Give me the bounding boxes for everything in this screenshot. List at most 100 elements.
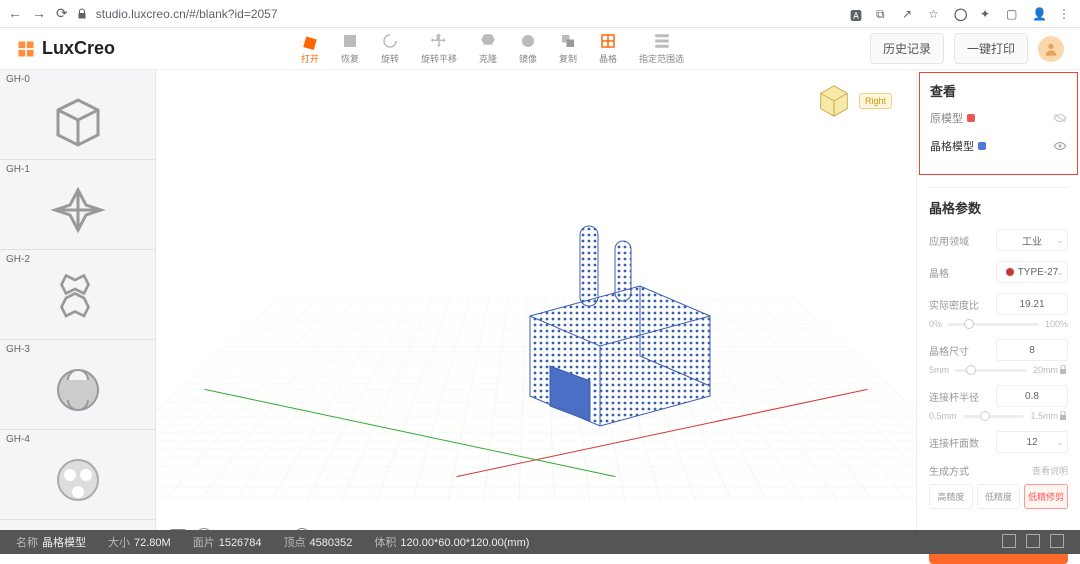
faces-select[interactable]: 12 ⌄: [996, 431, 1068, 453]
star-icon[interactable]: ☆: [928, 7, 942, 21]
view-cube[interactable]: Right: [815, 82, 892, 120]
tool-select-range[interactable]: 指定范围选: [639, 32, 684, 65]
thumb-preview: [6, 445, 149, 515]
status-label: 体积: [374, 537, 396, 549]
copy-icon: [559, 32, 577, 50]
puzzle-icon[interactable]: ✦: [980, 7, 994, 21]
status-label: 名称: [16, 537, 38, 549]
toolbar: 打开 恢复 旋转 旋转平移 克隆 镜像 复制 晶格 指定范围选: [115, 32, 870, 65]
lattice-select[interactable]: TYPE-27⌄: [996, 261, 1068, 283]
tool-label: 打开: [301, 52, 319, 65]
gen-opt-trim[interactable]: 低精修剪: [1024, 484, 1068, 509]
tool-label: 旋转: [381, 52, 399, 65]
size-input[interactable]: 8: [996, 339, 1068, 361]
view-row-lattice[interactable]: 晶格模型: [930, 138, 1067, 154]
params-section: 晶格参数 应用领域 工业⌄ 晶格 TYPE-27⌄ 实际密度比 19.21 0%…: [917, 177, 1080, 531]
window-icon[interactable]: ▢: [1006, 7, 1020, 21]
user-avatar[interactable]: [1038, 36, 1064, 62]
reload-icon[interactable]: ⟳: [56, 5, 68, 22]
avatar-icon: [1043, 41, 1059, 57]
app-header: LuxCreo 打开 恢复 旋转 旋转平移 克隆 镜像 复制 晶格 指定范围选 …: [0, 28, 1080, 70]
select-value: TYPE-27: [1018, 267, 1059, 278]
tool-mirror[interactable]: 镜像: [519, 32, 537, 65]
sidebar-item-gh2[interactable]: GH-2: [0, 250, 155, 340]
gen-opt-low[interactable]: 低精度: [977, 484, 1021, 509]
lock-icon: [76, 8, 88, 20]
restore-icon: [341, 32, 359, 50]
tool-label: 镜像: [519, 52, 537, 65]
url-display[interactable]: studio.luxcreo.cn/#/blank?id=2057: [96, 7, 842, 21]
tool-label: 复制: [559, 52, 577, 65]
tool-copy[interactable]: 复制: [559, 32, 577, 65]
layout-split-icon[interactable]: [1026, 534, 1040, 551]
density-slider[interactable]: 0% 100%: [929, 319, 1068, 329]
status-label: 面片: [193, 537, 215, 549]
select-icon: [653, 32, 671, 50]
tool-pan[interactable]: 旋转平移: [421, 32, 457, 65]
logo[interactable]: LuxCreo: [16, 38, 115, 59]
circle-icon[interactable]: ◯: [954, 7, 968, 21]
lock-icon[interactable]: [1058, 411, 1068, 421]
tool-open[interactable]: 打开: [301, 32, 319, 65]
domain-select[interactable]: 工业⌄: [996, 229, 1068, 251]
radius-slider[interactable]: 0.5mm 1.5mm: [929, 411, 1068, 421]
sidebar-item-gh0[interactable]: GH-0: [0, 70, 155, 160]
avatar-icon[interactable]: 👤: [1032, 7, 1046, 21]
back-icon[interactable]: ←: [8, 5, 22, 22]
tool-label: 克隆: [479, 52, 497, 65]
density-input[interactable]: 19.21: [996, 293, 1068, 315]
tool-rotate[interactable]: 旋转: [381, 32, 399, 65]
input-value: 0.8: [1025, 391, 1039, 402]
gen-opt-high[interactable]: 高精度: [929, 484, 973, 509]
print-button[interactable]: 一键打印: [954, 33, 1028, 64]
status-label: 大小: [108, 537, 130, 549]
tool-label: 晶格: [599, 52, 617, 65]
tool-label: 恢复: [341, 52, 359, 65]
tool-restore[interactable]: 恢复: [341, 32, 359, 65]
history-button[interactable]: 历史记录: [870, 33, 944, 64]
range-max: 100%: [1045, 319, 1068, 329]
gen-mode-label: 生成方式 查看说明: [929, 463, 1068, 478]
tool-label: 旋转平移: [421, 52, 457, 65]
gen-hint-link[interactable]: 查看说明: [1032, 464, 1068, 477]
layout-full-icon[interactable]: [1050, 534, 1064, 551]
dot-icon: [1006, 268, 1014, 276]
range-min: 5mm: [929, 365, 949, 375]
thumb-label: GH-4: [6, 434, 149, 445]
chevron-down-icon: ⌄: [1056, 438, 1063, 447]
chevron-down-icon: ⌄: [1056, 236, 1063, 245]
translate-icon[interactable]: 🅰: [850, 7, 864, 21]
size-slider[interactable]: 5mm 20mm: [929, 365, 1068, 375]
view-row-original[interactable]: 原模型: [930, 110, 1067, 126]
eye-icon[interactable]: [1053, 141, 1067, 151]
layout-grid-icon[interactable]: [1002, 534, 1016, 551]
swatch-blue: [978, 142, 986, 150]
status-value: 晶格模型: [42, 537, 86, 549]
pan-icon: [430, 32, 448, 50]
radius-input[interactable]: 0.8: [996, 385, 1068, 407]
range-max: 20mm: [1033, 365, 1058, 375]
status-value: 120.00*60.00*120.00(mm): [400, 537, 529, 549]
status-bar: 名称晶格模型 大小72.80M 面片1526784 顶点4580352 体积12…: [0, 530, 1080, 554]
tool-label: 指定范围选: [639, 52, 684, 65]
lock-icon[interactable]: [1058, 365, 1068, 375]
sidebar-item-gh4[interactable]: GH-4: [0, 430, 155, 520]
eye-off-icon[interactable]: [1053, 113, 1067, 123]
view-title: 查看: [930, 81, 1067, 100]
menu-icon[interactable]: ⋮: [1058, 7, 1072, 21]
select-value: 12: [1026, 437, 1037, 448]
tool-clone[interactable]: 克隆: [479, 32, 497, 65]
tool-lattice[interactable]: 晶格: [599, 32, 617, 65]
browser-nav: ← → ⟳: [8, 5, 68, 22]
share-icon[interactable]: ↗: [902, 7, 916, 21]
input-value: 19.21: [1019, 299, 1044, 310]
viewport[interactable]: Right − +: [156, 70, 916, 554]
thumb-label: GH-2: [6, 254, 149, 265]
copy-icon[interactable]: ⧉: [876, 7, 890, 21]
header-actions: 历史记录 一键打印: [870, 33, 1064, 64]
param-label: 连接杆半径: [929, 389, 979, 404]
thumb-preview: [6, 355, 149, 425]
sidebar-item-gh1[interactable]: GH-1: [0, 160, 155, 250]
sidebar-item-gh3[interactable]: GH-3: [0, 340, 155, 430]
forward-icon[interactable]: →: [32, 5, 46, 22]
